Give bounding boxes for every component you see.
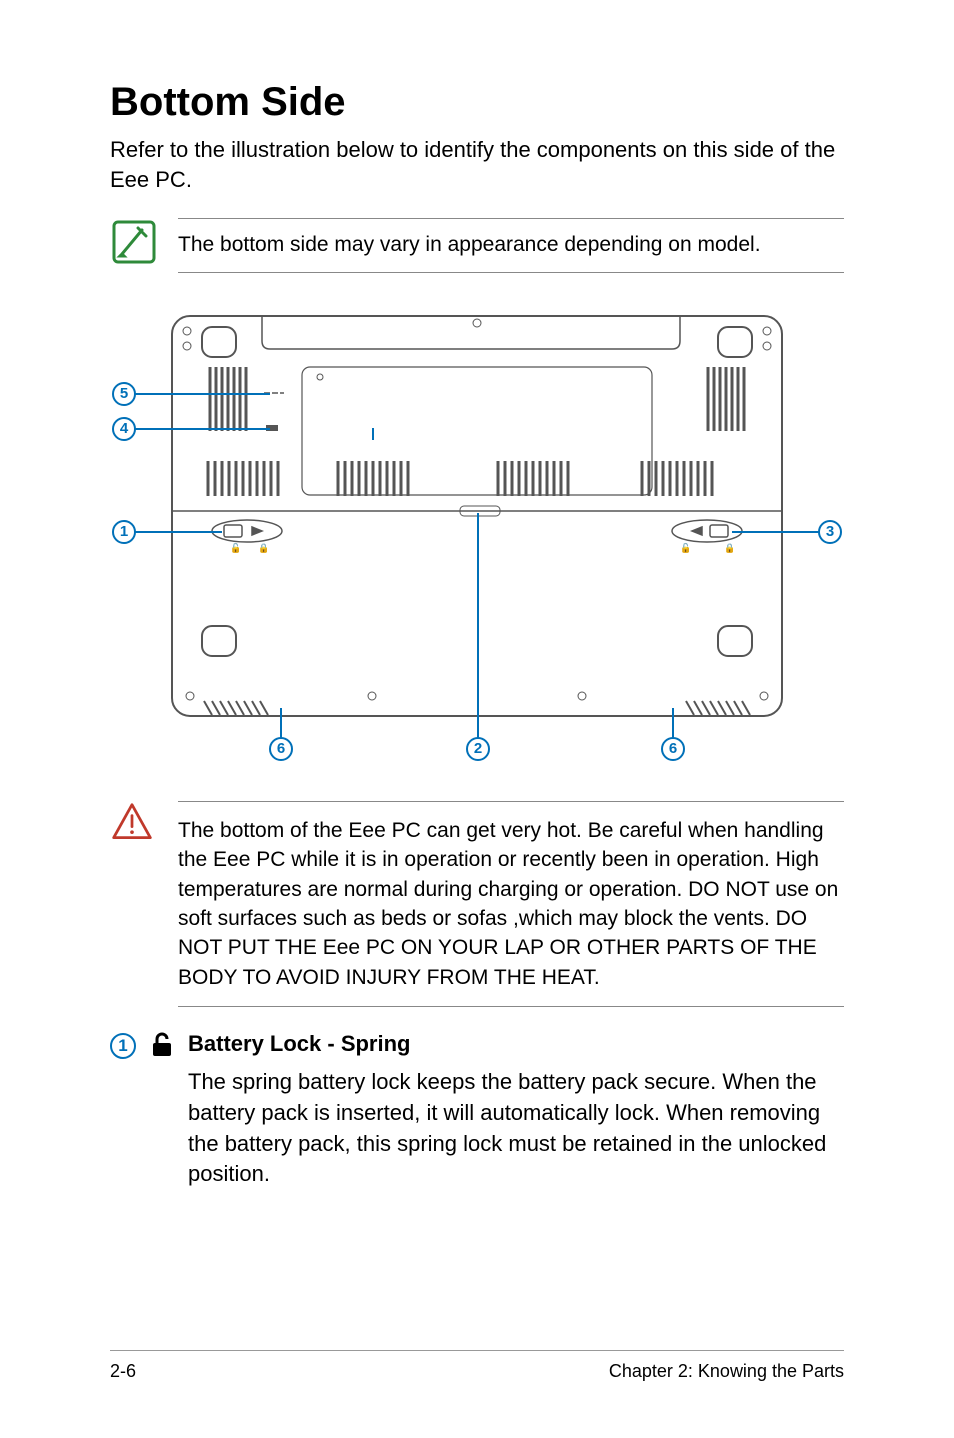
warning-text: The bottom of the Eee PC can get very ho… xyxy=(178,801,844,1007)
page-heading: Bottom Side xyxy=(110,80,844,125)
lock-icon xyxy=(148,1031,176,1064)
callout-2: 2 xyxy=(466,737,490,761)
item-1-title: Battery Lock - Spring xyxy=(188,1031,844,1057)
svg-text:🔓: 🔓 xyxy=(680,542,691,553)
svg-text:🔒: 🔒 xyxy=(724,543,735,553)
svg-text:🔒: 🔒 xyxy=(258,543,269,553)
callout-3: 3 xyxy=(818,520,842,544)
note-box: The bottom side may vary in appearance d… xyxy=(110,218,844,272)
callout-1: 1 xyxy=(112,520,136,544)
item-1-body: The spring battery lock keeps the batter… xyxy=(188,1067,844,1190)
note-text: The bottom side may vary in appearance d… xyxy=(178,218,844,272)
note-icon xyxy=(110,218,158,271)
intro-paragraph: Refer to the illustration below to ident… xyxy=(110,135,844,194)
page-footer: 2-6 Chapter 2: Knowing the Parts xyxy=(110,1350,844,1382)
footer-page-number: 2-6 xyxy=(110,1361,136,1382)
warning-icon xyxy=(110,801,158,850)
callout-5: 5 xyxy=(112,382,136,406)
svg-text:🔓: 🔓 xyxy=(230,542,241,553)
callout-4: 4 xyxy=(112,417,136,441)
footer-chapter: Chapter 2: Knowing the Parts xyxy=(609,1361,844,1382)
item-1-number: 1 xyxy=(110,1033,136,1059)
warning-box: The bottom of the Eee PC can get very ho… xyxy=(110,801,844,1007)
callout-6-right: 6 xyxy=(661,737,685,761)
item-1-row: 1 Battery Lock - Spring The spring batte… xyxy=(110,1031,844,1190)
callout-6-left: 6 xyxy=(269,737,293,761)
bottom-side-diagram: 🔓 🔒 🔓 🔒 5 4 1 3 xyxy=(112,301,842,761)
